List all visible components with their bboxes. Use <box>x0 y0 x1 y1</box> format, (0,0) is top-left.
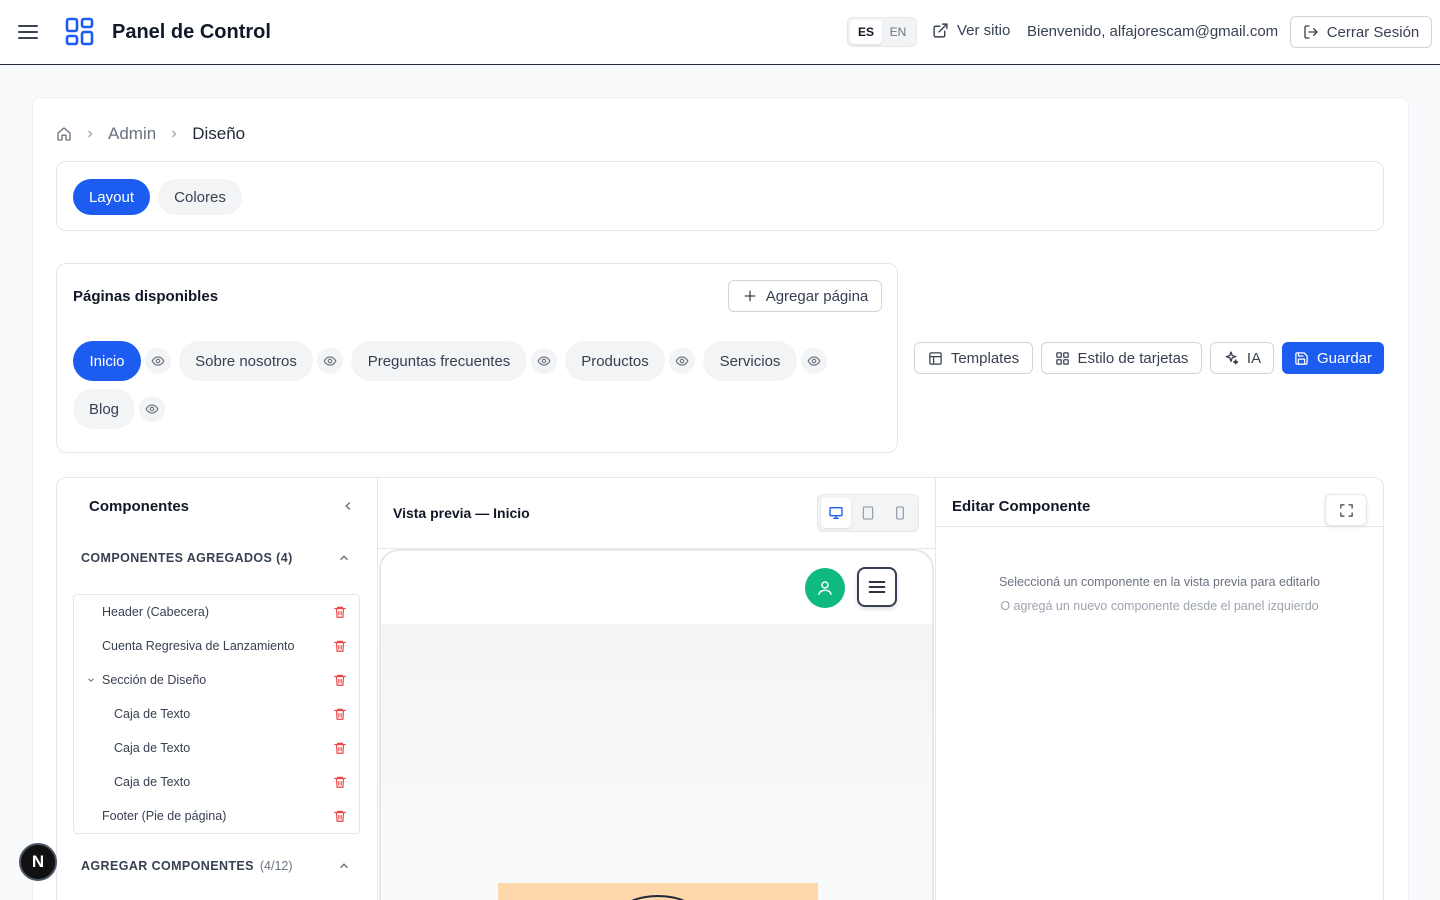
breadcrumb: Admin Diseño <box>56 124 245 144</box>
tree-item-text-box[interactable]: Caja de Texto <box>74 697 359 731</box>
eye-icon[interactable] <box>317 348 343 374</box>
add-components-header[interactable]: AGREGAR COMPONENTES (4/12) <box>81 859 293 873</box>
fullscreen-icon[interactable] <box>1325 494 1367 526</box>
home-icon[interactable] <box>56 126 72 142</box>
breadcrumb-admin[interactable]: Admin <box>108 124 156 144</box>
tree-item-label: Caja de Texto <box>114 741 191 755</box>
design-tabs-card: Layout Colores <box>56 161 1384 231</box>
divider <box>936 526 1383 527</box>
logout-icon <box>1304 25 1318 39</box>
tree-item-header[interactable]: Header (Cabecera) <box>74 595 359 629</box>
eye-icon[interactable] <box>531 348 557 374</box>
page-chip-preguntas-frecuentes[interactable]: Preguntas frecuentes <box>351 341 527 381</box>
chevron-up-icon[interactable] <box>337 859 351 873</box>
layout-template-icon <box>929 351 942 365</box>
logout-button[interactable]: Cerrar Sesión <box>1290 16 1432 48</box>
chevron-up-icon[interactable] <box>337 551 351 565</box>
mobile-icon[interactable] <box>885 498 915 528</box>
edit-hint-primary: Seleccioná un componente en la vista pre… <box>998 575 1321 589</box>
templates-label: Templates <box>950 349 1020 367</box>
app-title: Panel de Control <box>112 21 271 43</box>
view-site-label: Ver sitio <box>957 22 1011 39</box>
chevron-down-icon[interactable] <box>86 675 96 685</box>
tree-item-label: Caja de Texto <box>114 707 191 721</box>
chevron-right-icon <box>84 128 96 140</box>
tree-item-label: Cuenta Regresiva de Lanzamiento <box>102 639 295 653</box>
save-button[interactable]: Guardar <box>1282 342 1384 374</box>
trash-icon[interactable] <box>333 639 347 653</box>
trash-icon[interactable] <box>333 605 347 619</box>
tree-item-label: Sección de Diseño <box>102 673 207 687</box>
tree-item-text-box[interactable]: Caja de Texto <box>74 765 359 799</box>
welcome-text: Bienvenido, alfajorescam@gmail.com <box>1027 23 1279 40</box>
view-site-link[interactable]: Ver sitio <box>932 22 1010 39</box>
chevron-right-icon <box>168 128 180 140</box>
plus-icon <box>744 290 756 302</box>
preview-frame <box>379 549 934 900</box>
trash-icon[interactable] <box>333 673 347 687</box>
ai-button[interactable]: IA <box>1210 342 1274 374</box>
eye-icon[interactable] <box>139 396 165 422</box>
nextjs-dev-badge[interactable]: N <box>19 843 57 881</box>
tree-item-label: Header (Cabecera) <box>102 605 209 619</box>
user-avatar-icon[interactable] <box>805 568 845 608</box>
card-style-label: Estilo de tarjetas <box>1077 349 1189 367</box>
tablet-icon[interactable] <box>853 498 883 528</box>
preview-title: Vista previa — Inicio <box>393 505 530 521</box>
ai-label: IA <box>1246 349 1262 367</box>
available-pages-card: Páginas disponibles Agregar página Inici… <box>56 263 898 453</box>
pages-title: Páginas disponibles <box>73 288 219 305</box>
page-chip-blog[interactable]: Blog <box>73 389 135 429</box>
edit-component-title: Editar Componente <box>952 498 1091 515</box>
component-tree: Header (Cabecera) Cuenta Regresiva de La… <box>73 594 360 834</box>
sparkles-icon <box>1225 351 1239 365</box>
tab-layout[interactable]: Layout <box>73 179 150 215</box>
page-chip-servicios[interactable]: Servicios <box>703 341 797 381</box>
tree-item-label: Caja de Texto <box>114 775 191 789</box>
save-label: Guardar <box>1316 349 1373 367</box>
dashboard-logo-icon <box>64 16 96 48</box>
card-style-button[interactable]: Estilo de tarjetas <box>1041 342 1202 374</box>
edit-hint-secondary: O agregá un nuevo componente desde el pa… <box>1000 599 1319 613</box>
trash-icon[interactable] <box>333 775 347 789</box>
save-icon <box>1295 351 1308 365</box>
eye-icon[interactable] <box>669 348 695 374</box>
add-components-count: (4/12) <box>259 859 293 873</box>
preview-menu-icon[interactable] <box>857 567 897 607</box>
tree-item-label: Footer (Pie de página) <box>102 809 227 823</box>
eye-icon[interactable] <box>145 348 171 374</box>
preview-image-block[interactable] <box>498 883 818 900</box>
page-chip-productos[interactable]: Productos <box>565 341 665 381</box>
added-components-label: COMPONENTES AGREGADOS (4) <box>81 551 293 565</box>
device-selector[interactable] <box>817 494 919 532</box>
grid-icon <box>1055 351 1069 365</box>
page-chip-sobre-nosotros[interactable]: Sobre nosotros <box>179 341 313 381</box>
tree-item-footer[interactable]: Footer (Pie de página) <box>74 799 359 833</box>
hamburger-menu-icon[interactable] <box>16 20 40 44</box>
lang-en-option[interactable]: EN <box>882 20 914 44</box>
external-link-icon <box>933 23 948 38</box>
add-components-label: AGREGAR COMPONENTES <box>81 859 254 873</box>
logout-label: Cerrar Sesión <box>1326 23 1420 41</box>
components-title: Componentes <box>89 498 190 515</box>
desktop-icon[interactable] <box>821 498 851 528</box>
trash-icon[interactable] <box>333 741 347 755</box>
tree-item-design-section[interactable]: Sección de Diseño <box>74 663 359 697</box>
trash-icon[interactable] <box>333 809 347 823</box>
add-page-button[interactable]: Agregar página <box>728 280 882 312</box>
tree-item-countdown[interactable]: Cuenta Regresiva de Lanzamiento <box>74 629 359 663</box>
lang-es-option[interactable]: ES <box>850 20 882 44</box>
tab-colors[interactable]: Colores <box>158 179 242 215</box>
trash-icon[interactable] <box>333 707 347 721</box>
eye-icon[interactable] <box>801 348 827 374</box>
collapse-panel-chevron-left-icon[interactable] <box>341 499 355 513</box>
preview-section[interactable] <box>381 624 932 834</box>
language-switcher[interactable]: ES EN <box>847 17 917 47</box>
add-page-label: Agregar página <box>765 287 869 305</box>
page-chip-inicio[interactable]: Inicio <box>73 341 141 381</box>
preview-site-header[interactable] <box>381 551 932 624</box>
tree-item-text-box[interactable]: Caja de Texto <box>74 731 359 765</box>
breadcrumb-current: Diseño <box>192 124 246 143</box>
templates-button[interactable]: Templates <box>914 342 1033 374</box>
